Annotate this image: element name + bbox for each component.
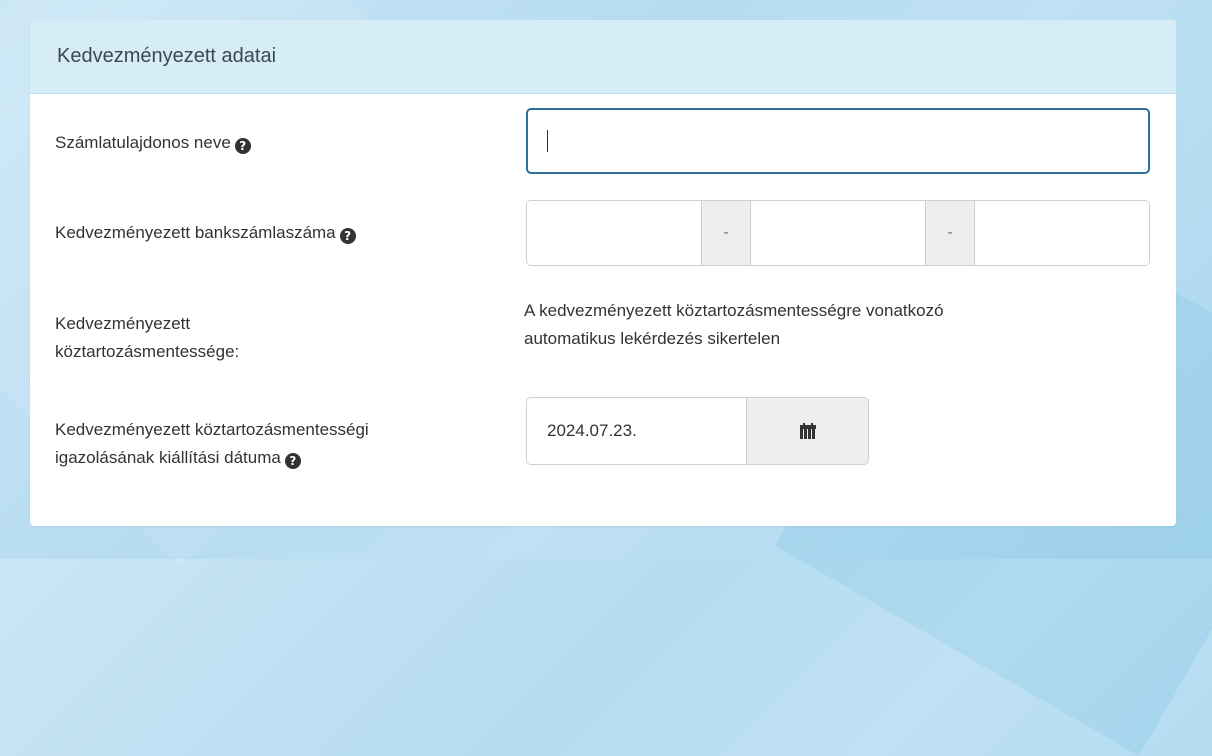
question-circle-icon[interactable]: ? [234,138,251,154]
certificate-date-label: Kedvezményezett köztartozásmentességi ig… [55,420,369,469]
panel-header: Kedvezményezett adatai [30,20,1176,94]
certificate-date-picker: 2024.07.23. [526,397,869,465]
account-number-label: Kedvezményezett bankszámlaszáma? [55,220,356,245]
tax-exemption-status-text: A kedvezményezett köztartozásmentességre… [524,301,944,348]
account-number-separator: - [925,201,975,265]
question-circle-icon[interactable]: ? [284,453,301,469]
text-cursor [547,130,548,152]
panel-title: Kedvezményezett adatai [57,45,277,67]
account-number-group: - - [526,200,1150,266]
account-number-segment-2[interactable] [751,201,925,265]
account-holder-label: Számlatulajdonos neve? [55,130,251,155]
beneficiary-panel: Kedvezményezett adatai Számlatulajdonos … [30,20,1176,526]
question-circle-icon[interactable]: ? [339,228,356,244]
calendar-icon [799,423,816,439]
calendar-button[interactable] [746,398,868,464]
account-number-segment-1[interactable] [527,201,701,265]
account-number-segment-3[interactable] [975,201,1149,265]
account-number-separator: - [701,201,751,265]
tax-exemption-label: Kedvezményezett köztartozásmentessége: [55,314,240,361]
certificate-date-input[interactable]: 2024.07.23. [527,398,746,464]
account-holder-input[interactable] [526,108,1150,174]
